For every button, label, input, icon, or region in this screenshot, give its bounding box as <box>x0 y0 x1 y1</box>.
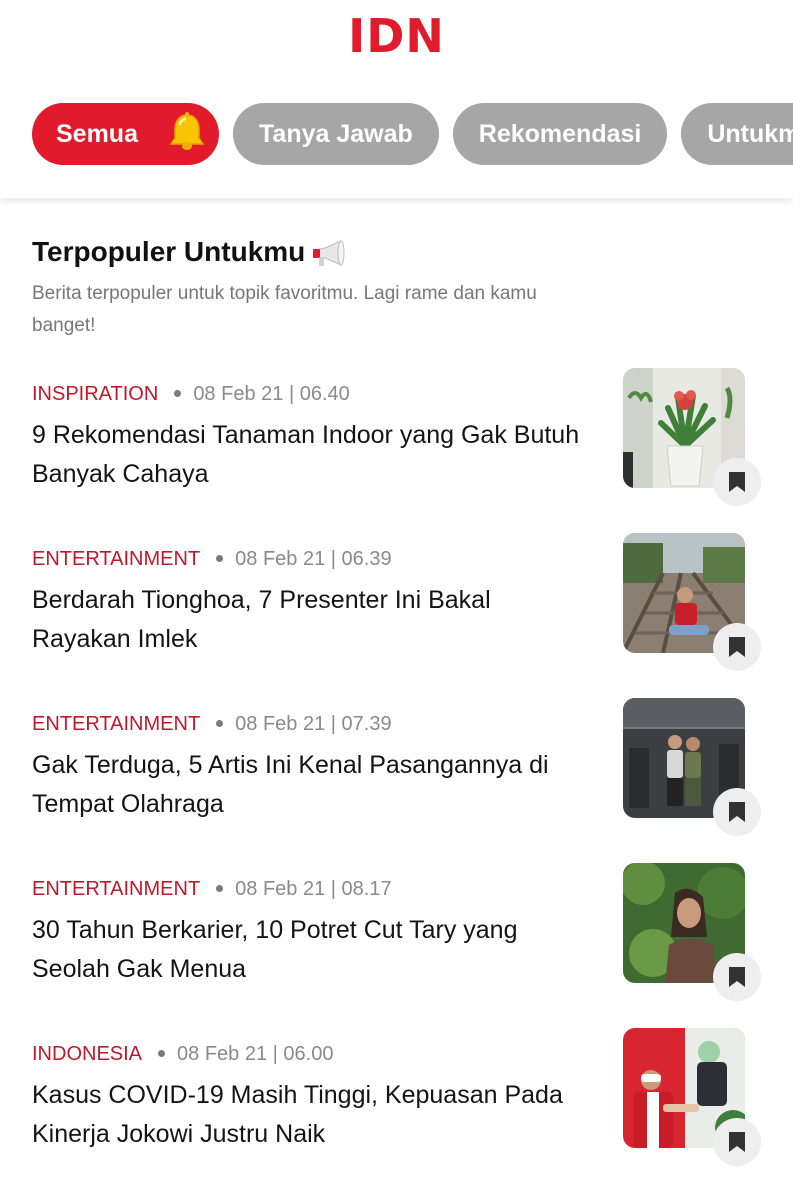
article-date: 08 Feb 21 | 07.39 <box>235 713 392 735</box>
article-item[interactable]: ENTERTAINMENT 08 Feb 21 | 08.17 30 Tahun … <box>32 863 761 1025</box>
bell-icon <box>169 112 205 150</box>
bookmark-icon <box>729 1132 745 1152</box>
section-subtitle: Berita terpopuler untuk topik favoritmu.… <box>32 283 537 336</box>
tab-label: Semua <box>56 120 138 148</box>
bookmark-icon <box>729 637 745 657</box>
article-item[interactable]: ENTERTAINMENT 08 Feb 21 | 06.39 Berdarah … <box>32 533 761 695</box>
section-title: Terpopuler Untukmu <box>32 232 592 272</box>
bookmark-icon <box>729 472 745 492</box>
tab-label: Rekomendasi <box>478 120 642 148</box>
category-tabs: Semua Tanya Jawab Rekomendasi Untukmu <box>32 103 793 165</box>
article-category[interactable]: ENTERTAINMENT <box>32 713 200 735</box>
article-title[interactable]: Berdarah Tionghoa, 7 Presenter Ini Bakal… <box>32 581 592 659</box>
bookmark-button[interactable] <box>713 1118 761 1166</box>
separator-dot <box>158 1049 166 1057</box>
bookmark-button[interactable] <box>713 458 761 506</box>
bookmark-button[interactable] <box>713 953 761 1001</box>
tab-label: Untukmu <box>707 120 793 148</box>
article-title[interactable]: 30 Tahun Berkarier, 10 Potret Cut Tary y… <box>32 911 592 989</box>
tab-tanya-jawab[interactable]: Tanya Jawab <box>233 103 439 165</box>
tab-semua[interactable]: Semua <box>32 103 219 165</box>
article-category[interactable]: INDONESIA <box>32 1043 142 1065</box>
article-title[interactable]: Gak Terduga, 5 Artis Ini Kenal Pasangann… <box>32 746 592 824</box>
article-date: 08 Feb 21 | 06.00 <box>177 1043 334 1065</box>
top-bar: IDN Semua Tanya Jawab Rekomendasi Untukm… <box>0 0 793 198</box>
idn-logo[interactable]: IDN <box>0 10 793 62</box>
separator-dot <box>216 884 224 892</box>
tab-label: Tanya Jawab <box>259 120 413 148</box>
bookmark-icon <box>729 967 745 987</box>
separator-dot <box>216 554 224 562</box>
article-category[interactable]: ENTERTAINMENT <box>32 548 200 570</box>
article-date: 08 Feb 21 | 08.17 <box>235 878 392 900</box>
separator-dot <box>174 389 182 397</box>
article-title[interactable]: Kasus COVID-19 Masih Tinggi, Kepuasan Pa… <box>32 1076 592 1154</box>
section-title-text: Terpopuler Untukmu <box>32 236 306 267</box>
tab-untukmu[interactable]: Untukmu <box>681 103 793 165</box>
separator-dot <box>216 719 224 727</box>
article-date: 08 Feb 21 | 06.40 <box>193 383 350 405</box>
article-item[interactable]: INDONESIA 08 Feb 21 | 06.00 Kasus COVID-1… <box>32 1028 761 1190</box>
article-date: 08 Feb 21 | 06.39 <box>235 548 392 570</box>
bookmark-icon <box>729 802 745 822</box>
article-category[interactable]: ENTERTAINMENT <box>32 878 200 900</box>
article-category[interactable]: INSPIRATION <box>32 383 158 405</box>
article-title[interactable]: 9 Rekomendasi Tanaman Indoor yang Gak Bu… <box>32 416 592 494</box>
article-item[interactable]: ENTERTAINMENT 08 Feb 21 | 07.39 Gak Terdu… <box>32 698 761 860</box>
bookmark-button[interactable] <box>713 623 761 671</box>
tab-rekomendasi[interactable]: Rekomendasi <box>452 103 668 165</box>
bookmark-button[interactable] <box>713 788 761 836</box>
popular-section-header: Terpopuler Untukmu Berita terpopuler unt… <box>32 232 592 342</box>
article-item[interactable]: INSPIRATION 08 Feb 21 | 06.40 9 Rekomenda… <box>32 368 761 530</box>
megaphone-icon <box>313 239 345 266</box>
